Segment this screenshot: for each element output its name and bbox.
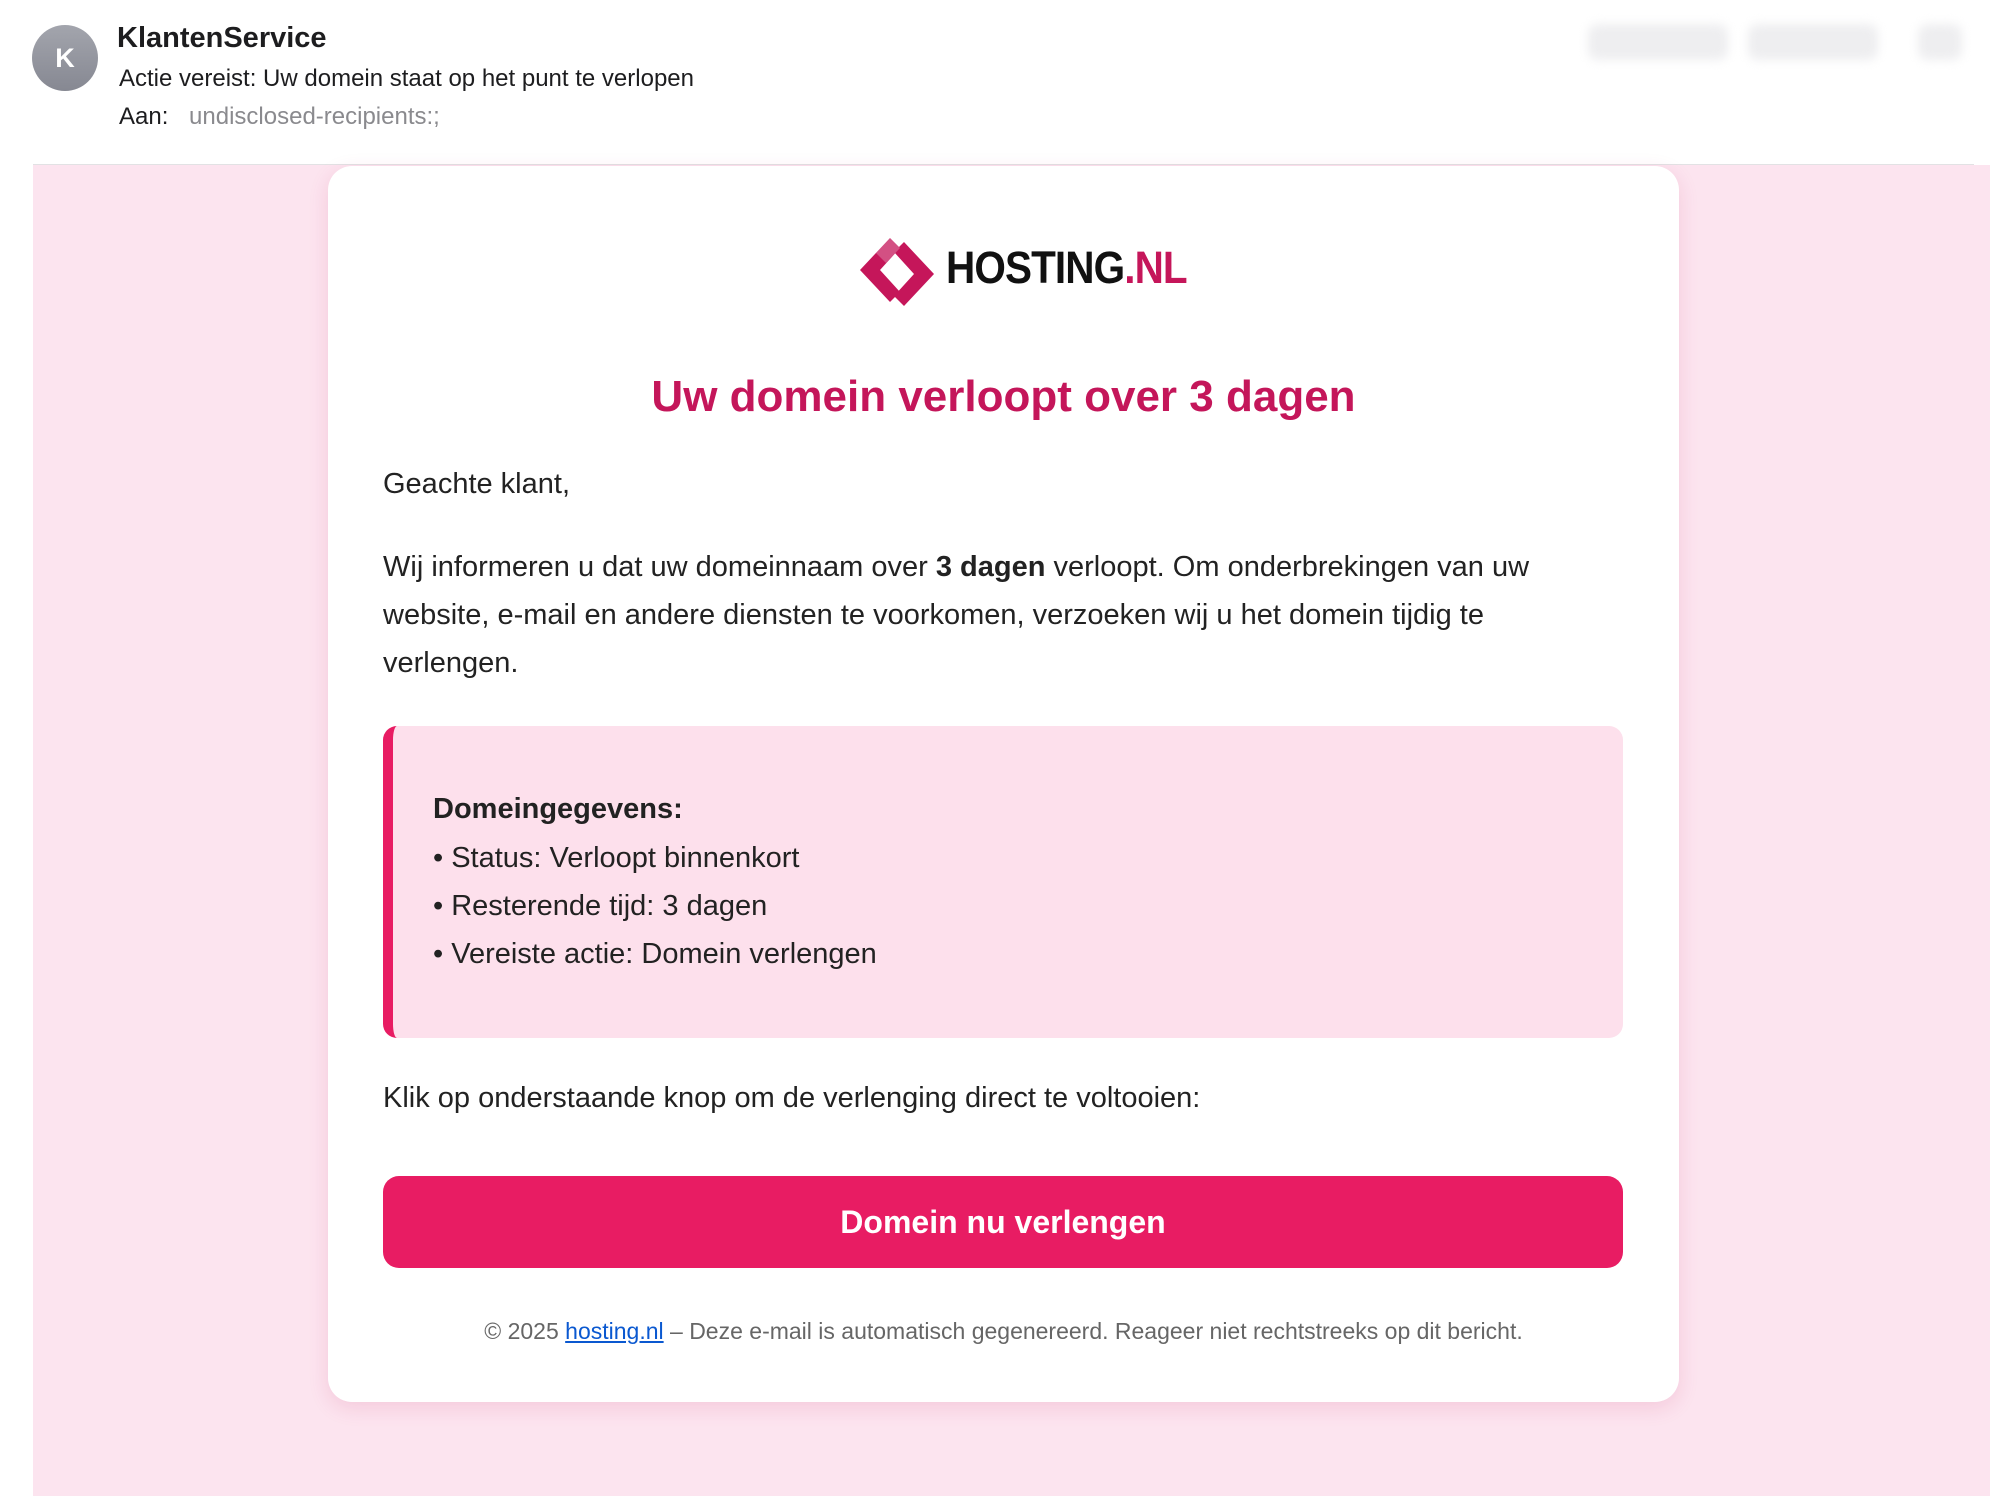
footer-link[interactable]: hosting.nl xyxy=(565,1318,663,1344)
renew-domain-button[interactable]: Domein nu verlengen xyxy=(383,1176,1623,1268)
email-footer: © 2025 hosting.nl – Deze e-mail is autom… xyxy=(328,1318,1679,1345)
footer-prefix: © 2025 xyxy=(484,1318,566,1344)
details-item-remaining: • Resterende tijd: 3 dagen xyxy=(433,890,768,922)
email-headline: Uw domein verloopt over 3 dagen xyxy=(651,372,1356,421)
mail-subject: Actie vereist: Uw domein staat op het pu… xyxy=(119,65,694,92)
intro-text-bold: 3 dagen xyxy=(935,551,1046,583)
intro-text-before: Wij informeren u dat uw domeinnaam over xyxy=(383,551,936,583)
footer-suffix: – Deze e-mail is automatisch gegenereerd… xyxy=(663,1318,1523,1344)
recipient-row: Aan: undisclosed-recipients:; xyxy=(119,103,440,131)
toolbar-action-blurred[interactable] xyxy=(1588,24,1728,60)
details-list: • Status: Verloopt binnenkort • Resteren… xyxy=(433,834,877,978)
logo-tld: .NL xyxy=(1124,242,1187,293)
details-title: Domeingegevens: xyxy=(433,793,683,825)
intro-paragraph: Wij informeren u dat uw domeinnaam over … xyxy=(383,543,1623,687)
recipient-value[interactable]: undisclosed-recipients:; xyxy=(189,103,440,130)
brand-logo: HOSTING.NL xyxy=(854,232,1188,312)
logo-name: HOSTING xyxy=(946,242,1125,293)
greeting: Geachte klant, xyxy=(383,468,570,500)
mail-header: K KlantenService Actie vereist: Uw domei… xyxy=(0,0,1990,165)
toolbar-action-blurred[interactable] xyxy=(1748,24,1878,60)
sender-avatar: K xyxy=(32,25,98,91)
details-item-action: • Vereiste actie: Domein verlengen xyxy=(433,938,877,970)
avatar-initial: K xyxy=(55,42,75,73)
sender-name[interactable]: KlantenService xyxy=(117,22,327,55)
cta-instruction: Klik op onderstaande knop om de verlengi… xyxy=(383,1082,1201,1114)
domain-details-box: Domeingegevens: • Status: Verloopt binne… xyxy=(383,726,1623,1038)
details-item-status: • Status: Verloopt binnenkort xyxy=(433,842,800,874)
logo-wordmark: HOSTING.NL xyxy=(946,242,1188,294)
logo-mark-icon xyxy=(860,238,934,306)
recipient-label: Aan: xyxy=(119,103,169,130)
toolbar-action-blurred[interactable] xyxy=(1918,24,1962,60)
